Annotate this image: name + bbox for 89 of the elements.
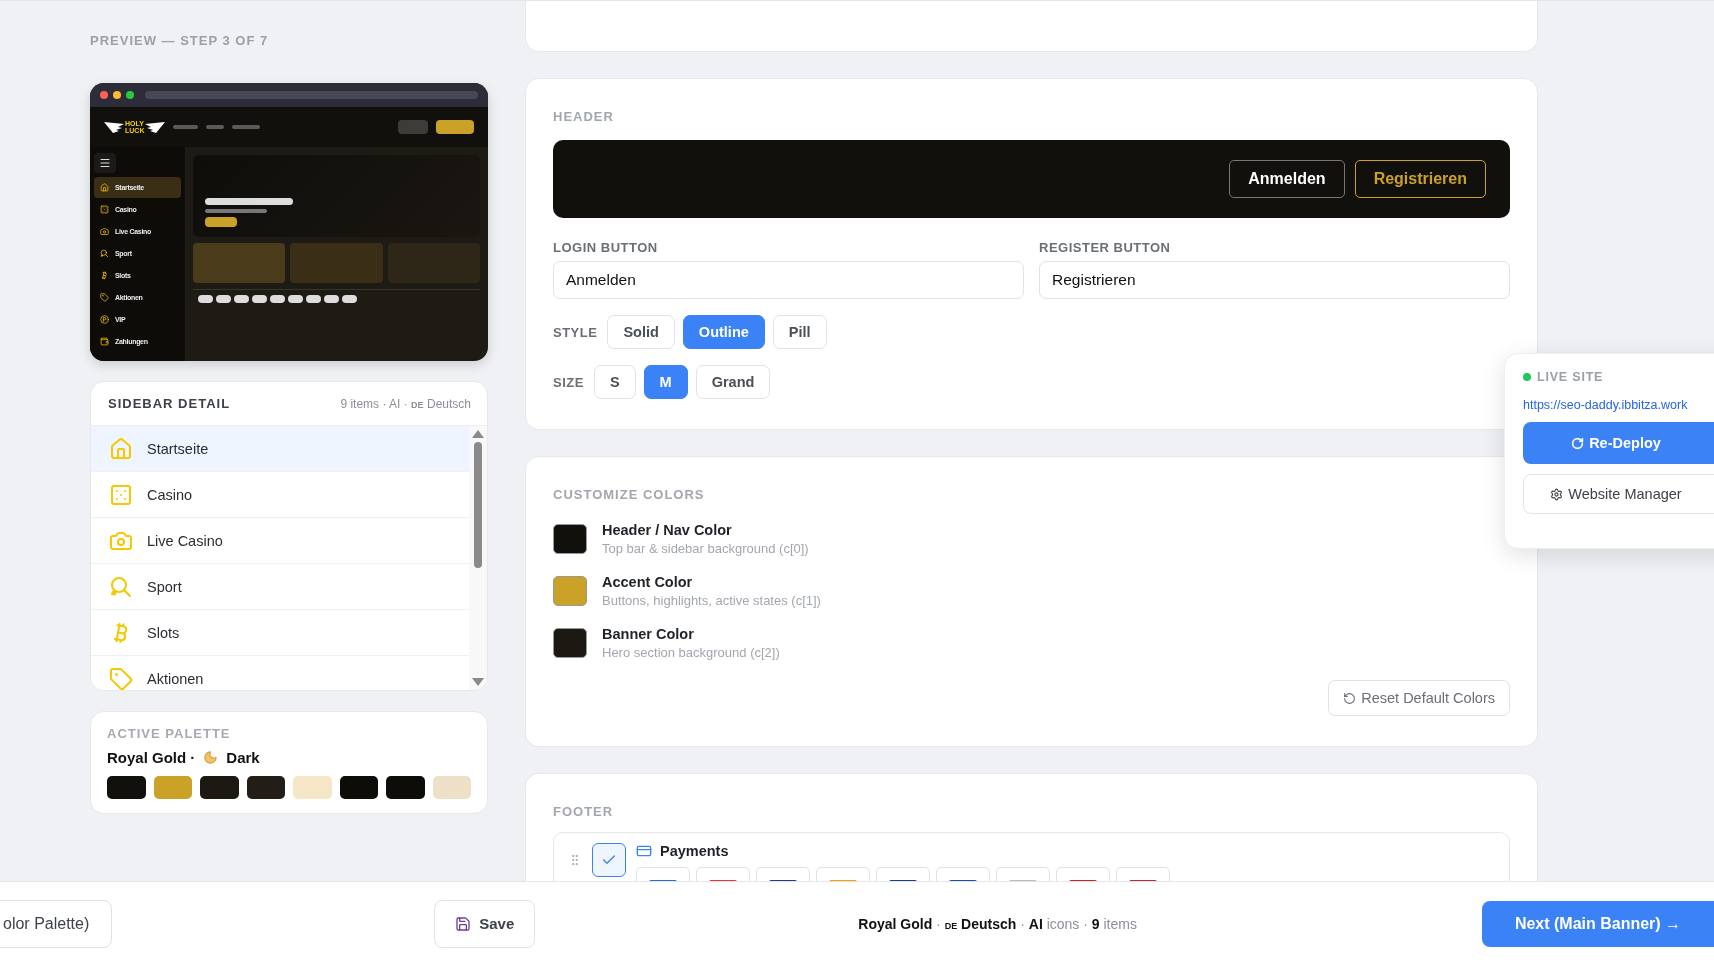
site-link[interactable]: https://seo-daddy.ibbitza.work (1523, 398, 1703, 412)
dice-icon (109, 482, 133, 507)
settings-icon (1550, 487, 1564, 501)
reset-icon (1343, 691, 1357, 705)
nav-placeholder (206, 125, 225, 129)
sidebar-item-label: Casino (147, 486, 193, 503)
button-placeholder (436, 120, 474, 134)
style-option[interactable]: Outline (682, 315, 765, 349)
footer-item-label: Payments (660, 843, 729, 859)
refresh-icon (1571, 436, 1585, 450)
payment-placeholder (342, 295, 357, 303)
color-name: Banner Color (602, 626, 695, 642)
paddle-icon (100, 249, 109, 258)
payment-placeholder (252, 295, 267, 303)
sidebar-item-label: Slots (147, 624, 180, 641)
card-title: SIDEBAR DETAIL (108, 396, 231, 411)
tag-icon (109, 666, 133, 690)
size-option[interactable]: M (643, 365, 688, 399)
payment-placeholder (198, 295, 213, 303)
wings-logo-icon (145, 121, 166, 133)
website-manager-button[interactable]: Website Manager (1523, 474, 1714, 514)
size-option[interactable]: Grand (695, 365, 771, 399)
menu-icon (94, 153, 116, 173)
reset-colors-button[interactable]: Reset Default Colors (1328, 680, 1510, 716)
payment-placeholder (270, 295, 285, 303)
window-dot-icon (126, 91, 134, 99)
sidebar-item-label: Live Casino (147, 532, 223, 549)
sidebar-item-label: Aktionen (147, 670, 204, 687)
button-placeholder (398, 120, 428, 134)
style-option[interactable]: Pill (772, 315, 827, 349)
credit-card-icon (636, 843, 652, 859)
card-title: ACTIVE PALETTE (107, 726, 232, 741)
payment-placeholder (216, 295, 231, 303)
tag-icon (100, 293, 109, 302)
register-preview-button[interactable]: Registrieren (1354, 160, 1486, 198)
field-label: REGISTER BUTTON (1039, 240, 1172, 255)
login-preview-button[interactable]: Anmelden (1229, 160, 1345, 198)
step-label: PREVIEW — STEP 3 OF 7 (90, 33, 270, 50)
color-name: Header / Nav Color (602, 522, 733, 538)
home-icon (109, 436, 133, 461)
color-description: Hero section background (c[2]) (602, 645, 780, 660)
palette-name: Royal Gold · (107, 749, 196, 766)
color-picker[interactable] (553, 628, 587, 658)
section-title: HEADER (553, 109, 615, 124)
section-title: FOOTER (553, 804, 615, 819)
status-dot-icon (1523, 373, 1531, 381)
camera-icon (100, 227, 109, 236)
color-description: Buttons, highlights, active states (c[1]) (602, 593, 821, 608)
dice-icon (100, 205, 109, 214)
color-picker[interactable] (553, 576, 587, 606)
section-title: CUSTOMIZE COLORS (553, 487, 706, 502)
checkbox[interactable] (592, 843, 626, 877)
register-button-field[interactable]: Registrieren (1039, 261, 1510, 299)
payment-placeholder (324, 295, 339, 303)
sidebar-meta: 9 items · AI · DE Deutsch (340, 396, 471, 411)
parking-circle-icon (100, 315, 109, 324)
sidebar-item[interactable]: Startseite (91, 426, 469, 472)
redeploy-button[interactable]: Re-Deploy (1523, 422, 1714, 464)
window-dot-icon (100, 91, 108, 99)
moon-icon (203, 750, 219, 765)
nav-placeholder (232, 125, 261, 129)
palette-mode: Dark (226, 749, 260, 766)
home-icon (100, 183, 109, 192)
back-button[interactable]: olor Palette) (0, 899, 113, 948)
color-picker[interactable] (553, 524, 587, 554)
wallet-icon (100, 337, 109, 346)
wings-logo-icon (104, 121, 124, 133)
save-button[interactable]: Save (434, 899, 536, 948)
payment-placeholder (234, 295, 249, 303)
login-button-field[interactable]: Anmelden (553, 261, 1024, 299)
sidebar-item-label: Sport (147, 578, 182, 595)
payment-placeholder (306, 295, 321, 303)
payment-placeholder (288, 295, 303, 303)
bitcoin-icon (100, 271, 109, 280)
scrollbar[interactable] (469, 426, 487, 690)
next-button[interactable]: Next (Main Banner) → (1482, 900, 1714, 947)
color-description: Top bar & sidebar background (c[0]) (602, 541, 809, 556)
color-name: Accent Color (602, 574, 694, 590)
option-label: STYLE (553, 324, 598, 340)
paddle-icon (109, 574, 133, 599)
field-label: LOGIN BUTTON (553, 240, 659, 255)
option-label: SIZE (553, 374, 584, 390)
nav-placeholder (173, 125, 199, 129)
size-option[interactable]: S (593, 365, 636, 399)
window-dot-icon (113, 91, 121, 99)
summary-text: Royal Gold · DE Deutsch · AI icons · 9 items (858, 915, 1137, 932)
style-option[interactable]: Solid (607, 315, 675, 349)
panel-title: LIVE SITE (1537, 370, 1604, 384)
sidebar-item-label: Startseite (147, 440, 209, 457)
